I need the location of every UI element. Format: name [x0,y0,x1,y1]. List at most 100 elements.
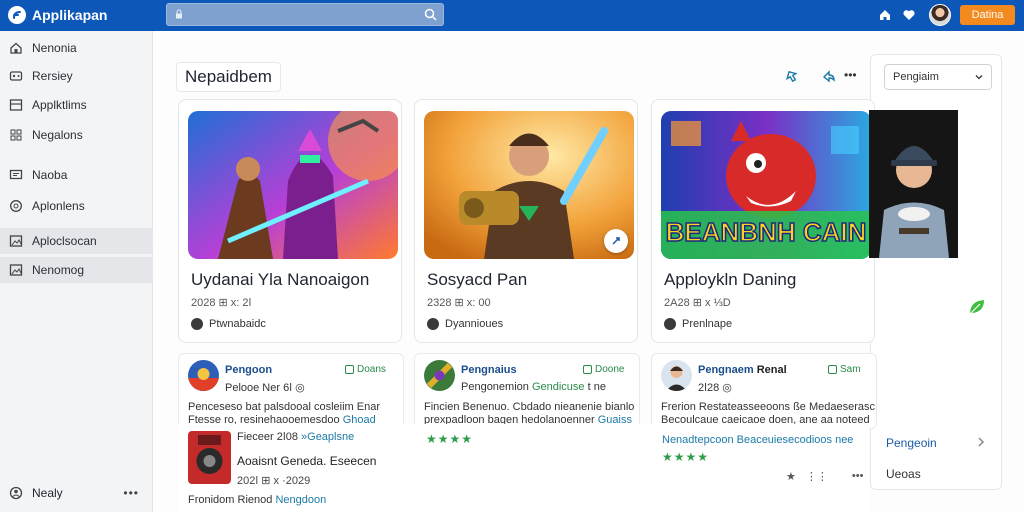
review-tag: Doans [345,364,386,375]
publisher: Ptwnabaidc [191,318,266,330]
play-badge-icon[interactable] [604,229,628,253]
sidebar-item-label: Negalons [32,128,83,142]
chevron-right-icon[interactable] [976,436,986,448]
publisher-icon [191,318,203,330]
reviewer-name: Pengnaem Renal [698,364,787,376]
game-art: BEANBNH CAIN [661,111,871,259]
more-icon[interactable]: ••• [852,470,864,483]
more-icon[interactable]: ••• [844,68,857,82]
game-meta: 2328 ⊞ x: 00 [427,297,491,309]
rating-stars: ★★★★ [426,432,474,446]
search-input[interactable] [189,7,409,23]
publisher: Prenlnape [664,318,732,330]
gamepad-icon [9,71,23,81]
cta-button[interactable]: Datina [960,5,1015,25]
overlay-date: 202ǀ ⊞ x ·2029 [237,475,311,487]
game-art [424,111,634,259]
share-icon[interactable] [784,69,800,85]
overlay-title: Aoaisnt Geneda. Eseecen [237,454,377,468]
sidebar-item-label: Nenonia [32,41,77,55]
game-meta: 2028 ⊞ x: 2ǀ [191,297,252,309]
game-card[interactable]: BEANBNH CAIN Apploykln Daning 2A28 ⊞ x ⅓… [651,99,875,343]
publisher-icon [664,318,676,330]
review-tag: Doone [583,364,624,375]
user-avatar[interactable] [929,4,951,26]
review-meta: Pengonemion Gendicuse t ne [461,381,606,393]
brand-logo-icon [8,6,26,24]
game-meta: 2A28 ⊞ x ⅓D [664,297,731,309]
reviewer-name: Pengnaius [461,364,517,376]
overlay-meta: Fieceer 2ǀ08 »Geaplsne [237,431,355,443]
user-circle-icon [9,486,23,500]
grid-icon[interactable]: ⋮⋮ [806,470,828,483]
reviewer-name: Pengoon [225,364,273,376]
review-card[interactable]: Pengoon Doans Pelooe Ner 6ǀ ◎ Penceseso … [178,353,404,429]
review-text: Penceseso bat palsdooal cosleiim Enar [188,401,381,413]
brand[interactable]: Applikapan [8,6,107,24]
game-art-title: BEANBNH CAIN [666,217,867,247]
review-meta: 2ǀ28 ◎ [698,382,732,394]
overlay-actions: ★ ⋮⋮ ••• [786,470,863,483]
sidebar-footer[interactable]: Nealy ••• [0,480,153,506]
search-bar[interactable] [166,3,444,26]
page-title: Nepaidbem [176,62,281,92]
sort-select[interactable]: Pengiaim [884,64,992,90]
game-card[interactable]: Uydanai Yla Nanoaigon 2028 ⊞ x: 2ǀ Ptwna… [178,99,402,343]
home-icon[interactable] [878,8,892,22]
refresh-icon[interactable] [821,69,837,85]
sidebar-item-4[interactable]: Negalons [0,122,153,148]
home-icon [10,42,22,54]
lock-icon [176,9,182,19]
clock-icon [10,200,22,212]
publisher-name: Ptwnabaidc [209,318,266,330]
star-icon[interactable]: ★ [786,470,796,483]
sidebar-item-label: Aplonlens [32,199,85,213]
review-tag: Sam [828,364,861,375]
sidebar-item-label: Rersiey [32,69,73,83]
publisher-name: Dyannioues [445,318,504,330]
overlay-footer: Fronidom Rienod Nengdoon [188,494,327,506]
avatar [661,360,692,391]
publisher-icon [427,318,439,330]
sidebar-item-5[interactable]: Naoba [0,162,153,188]
search-icon[interactable] [424,8,437,21]
brand-name: Applikapan [32,7,108,23]
image-icon [9,264,23,276]
sidebar-item-1[interactable]: Nenonia [0,35,153,61]
rating-stars: ★★★★ [662,450,710,464]
avatar [424,360,455,391]
list-icon [9,99,23,111]
overlay-thumbnail[interactable] [188,431,231,484]
review-card[interactable]: Pengnaem Renal Sam 2ǀ28 ◎ Frerion Restat… [651,353,877,429]
game-title: Apploykln Daning [664,270,797,289]
review-text: Fincien Benenuo. Cbdado nieanenie bianlo [424,401,635,413]
review-card[interactable]: Pengnaius Doone Pengonemion Gendicuse t … [414,353,640,429]
sidebar-item-label: Aploclsocan [32,234,97,248]
game-title: Uydanai Yla Nanoaigon [191,270,370,289]
game-card[interactable]: Sosyacd Pan 2328 ⊞ x: 00 Dyannioues [414,99,638,343]
sidebar-item-label: Nenomog [32,263,85,277]
sidebar-item-8[interactable]: Nenomog [0,257,153,283]
leaf-icon[interactable] [966,296,988,318]
review-text: Frerion Restateasseeoons ße Medaeserasc [661,401,875,413]
sidebar: Nenonia Rersiey Applktlims Negalons Naob… [0,31,153,512]
top-bar: Applikapan Datina [0,0,1024,31]
heart-icon[interactable] [902,8,916,22]
review-meta: Pelooe Ner 6ǀ ◎ [225,382,305,394]
publisher-name: Prenlnape [682,318,733,330]
panel-link[interactable]: Pengeoin [886,436,937,450]
avatar [188,360,219,391]
sidebar-footer-label: Nealy [32,486,63,500]
chat-icon [9,169,23,180]
more-icon[interactable]: ••• [123,486,139,500]
promo-image[interactable] [869,110,958,258]
sidebar-item-label: Naoba [32,168,68,182]
game-title: Sosyacd Pan [427,270,528,289]
review-text: Nenadtepcoon Beaceuiesecodioos nee [662,434,854,446]
sidebar-item-7[interactable]: Aploclsocan [0,228,153,254]
sidebar-item-6[interactable]: Aplonlens [0,193,153,219]
sidebar-item-3[interactable]: Applktlims [0,92,153,118]
game-art [188,111,398,259]
sidebar-item-2[interactable]: Rersiey [0,63,153,89]
image-icon [9,235,23,247]
